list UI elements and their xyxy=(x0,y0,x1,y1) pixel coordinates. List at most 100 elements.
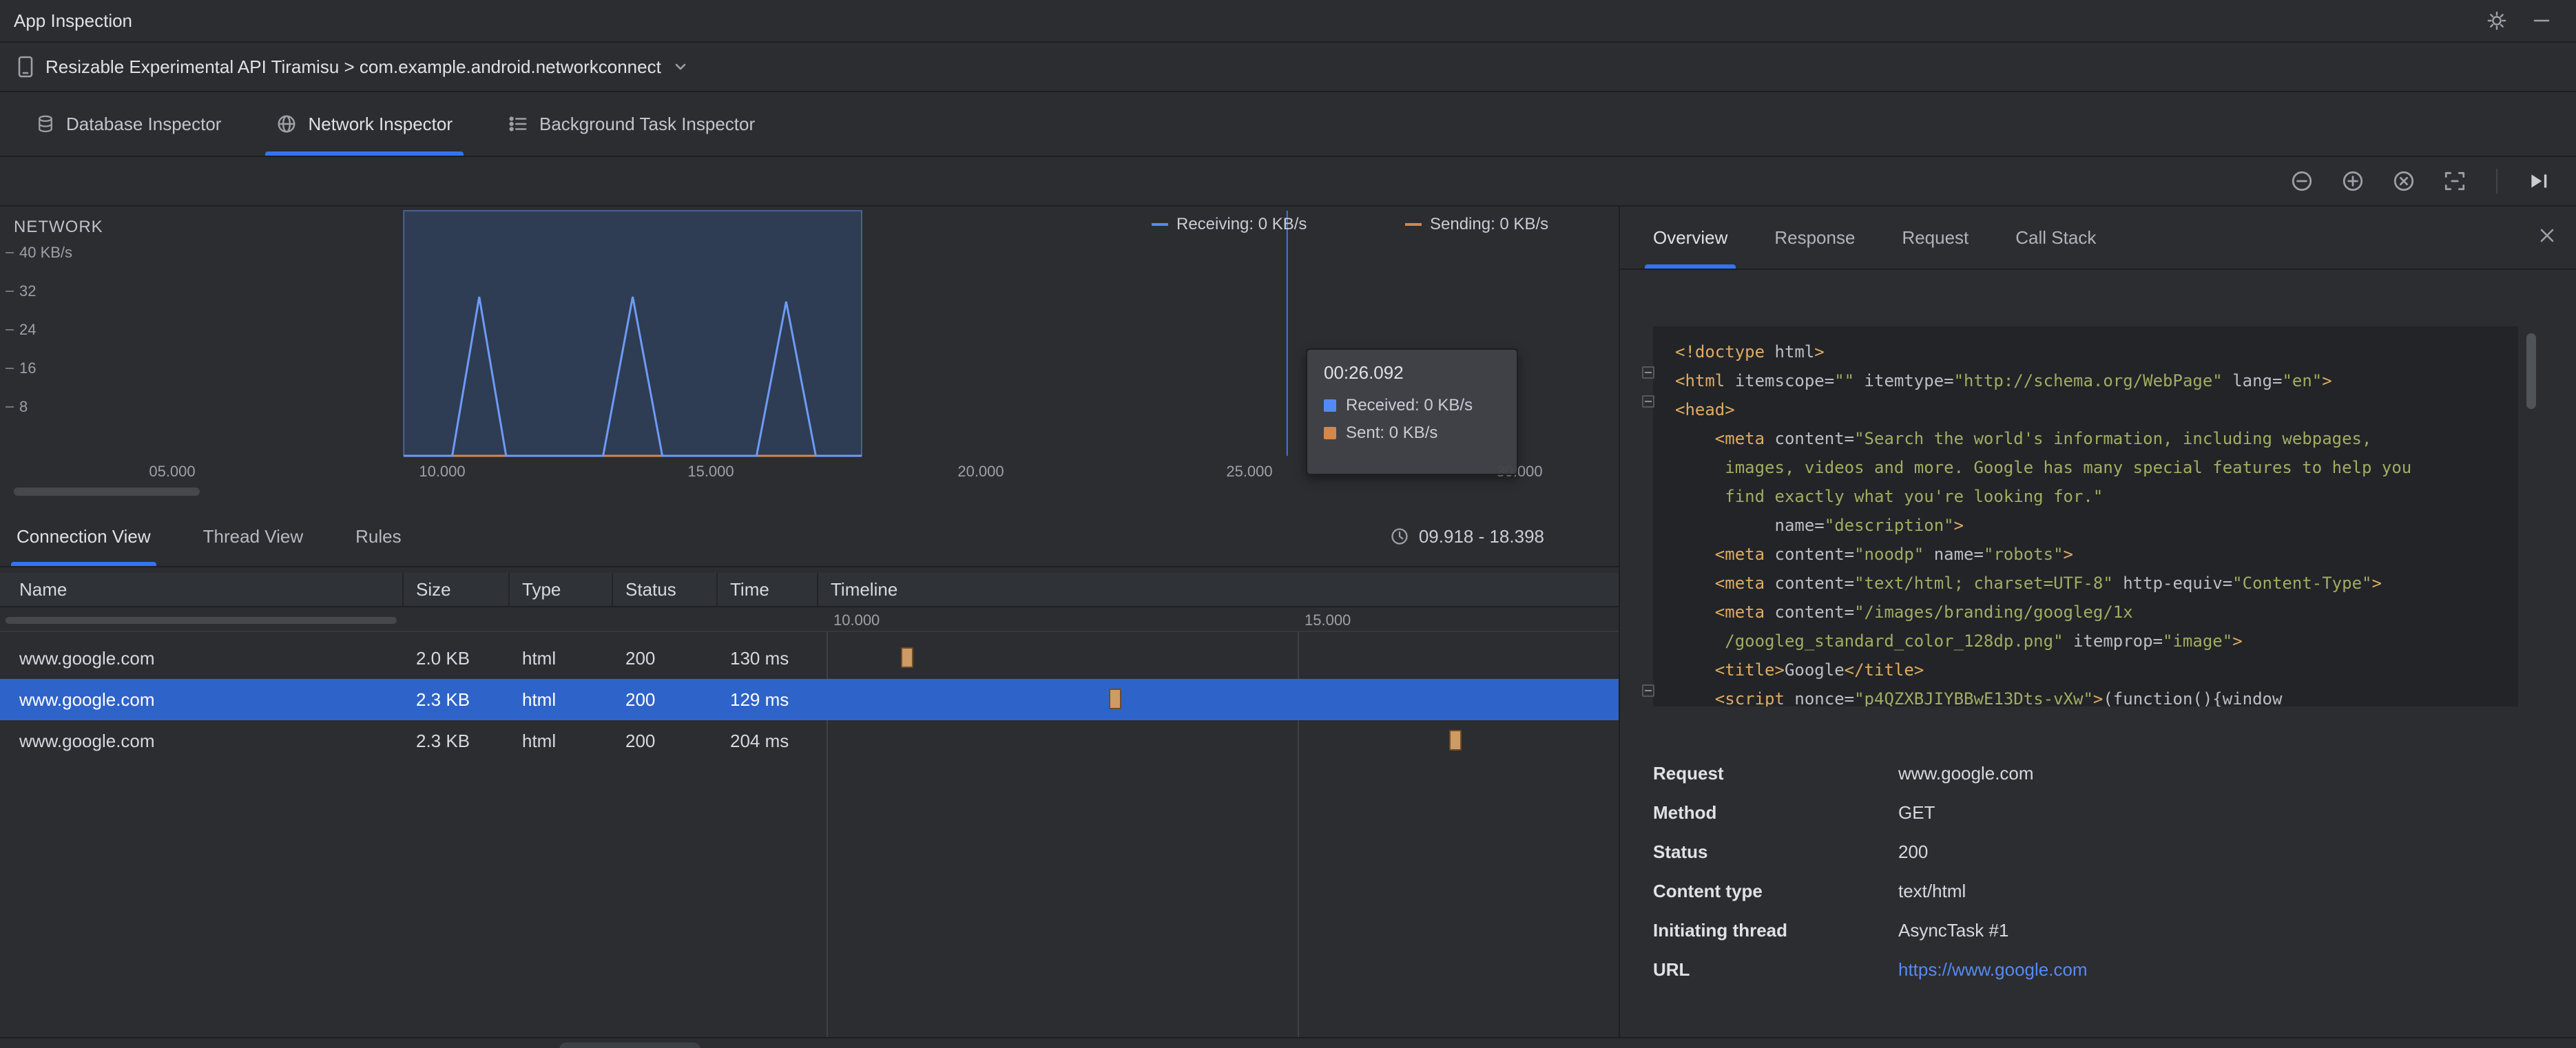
y-axis-tick: 16 xyxy=(6,359,36,377)
tab-database-inspector[interactable]: Database Inspector xyxy=(8,92,249,156)
table-row[interactable]: www.google.com 2.0 KB html 200 130 ms xyxy=(0,638,1619,679)
tab-label: Network Inspector xyxy=(308,113,453,134)
checklist-icon xyxy=(509,116,527,132)
code-line: <meta content="/images/branding/googleg/… xyxy=(1714,602,2133,622)
process-selector[interactable]: Resizable Experimental API Tiramisu > co… xyxy=(0,43,2576,92)
timeline-zoom-toolbar xyxy=(0,157,2576,207)
code-line: find exactly what you're looking for." xyxy=(1675,487,2104,506)
bottom-bar-item-gradle[interactable]: Gradle xyxy=(161,1042,248,1048)
zoom-to-selection-button[interactable] xyxy=(2440,166,2470,196)
bottom-bar-item-services[interactable]: Services xyxy=(980,1042,1079,1048)
cell-status: 200 xyxy=(625,730,656,751)
close-details-button[interactable] xyxy=(2537,226,2557,245)
connections-table-body: www.google.com 2.0 KB html 200 130 ms ww… xyxy=(0,638,1619,762)
jump-to-live-button[interactable] xyxy=(2524,166,2554,196)
settings-gear-icon[interactable] xyxy=(2486,10,2507,31)
reset-zoom-button[interactable] xyxy=(2389,166,2419,196)
field-request: Request www.google.com xyxy=(1653,763,2034,784)
tab-thread-view[interactable]: Thread View xyxy=(203,507,304,566)
device-phone-icon xyxy=(18,56,33,78)
database-icon xyxy=(39,115,52,132)
clock-icon xyxy=(1391,528,1408,545)
code-vertical-scrollbar[interactable] xyxy=(2526,333,2536,409)
table-horizontal-scrollbar[interactable] xyxy=(6,617,397,624)
connections-tab-strip: Connection View Thread View Rules 09.918… xyxy=(0,507,1619,567)
time-range-box: 09.918 - 18.398 xyxy=(1390,526,1602,547)
response-payload-viewer[interactable]: <!doctype html> <html itemscope="" itemty… xyxy=(1653,326,2518,706)
code-line: <meta content="noodp" name="robots"> xyxy=(1714,545,2073,564)
timeline-tick-label: 10.000 xyxy=(833,611,880,629)
code-line: <head> xyxy=(1675,400,1735,419)
app-inspection-window: App Inspection Resizable Experimental AP… xyxy=(0,0,2576,1048)
tooltip-time: 00:26.092 xyxy=(1324,362,1404,383)
bottom-bar-item-app-quality-insights[interactable]: App Quality Insights xyxy=(798,1042,975,1048)
zoom-out-button[interactable] xyxy=(2287,166,2317,196)
code-content: <!doctype html> <html itemscope="" itemty… xyxy=(1675,337,2504,706)
code-line: name="description"> xyxy=(1675,516,1964,535)
bottom-bar-item-todo[interactable]: TODO xyxy=(253,1042,338,1048)
y-axis-tick: 32 xyxy=(6,282,36,300)
cell-size: 2.3 KB xyxy=(416,689,470,710)
receiving-swatch xyxy=(1152,223,1168,226)
zoom-in-button[interactable] xyxy=(2338,166,2368,196)
cell-type: html xyxy=(522,689,557,710)
zoom-to-selection-icon xyxy=(2444,171,2465,191)
tab-network-inspector[interactable]: Network Inspector xyxy=(249,92,480,156)
code-line: /googleg_standard_color_128dp.png" itemp… xyxy=(1675,631,2243,651)
column-header-size[interactable]: Size xyxy=(404,573,510,606)
zoom-in-icon xyxy=(2343,171,2363,191)
process-selector-label: Resizable Experimental API Tiramisu > co… xyxy=(45,56,661,77)
code-fold-marker[interactable] xyxy=(1642,684,1654,697)
column-header-timeline[interactable]: Timeline xyxy=(818,573,1619,606)
tab-rules[interactable]: Rules xyxy=(355,507,401,566)
field-url: URL https://www.google.com xyxy=(1653,959,2088,981)
zoom-out-icon xyxy=(2292,171,2312,191)
column-header-name[interactable]: Name xyxy=(0,573,404,606)
bottom-bar-item-profiler[interactable]: Profiler xyxy=(1165,1042,1255,1048)
bottom-bar-item-problems[interactable]: Problems xyxy=(344,1042,450,1048)
bottom-bar-item-app-inspection[interactable]: App Inspection xyxy=(559,1042,701,1048)
close-icon xyxy=(2540,229,2554,242)
cell-time: 204 ms xyxy=(730,730,789,751)
tab-label: Background Task Inspector xyxy=(539,113,756,134)
cell-time: 129 ms xyxy=(730,689,789,710)
url-link[interactable]: https://www.google.com xyxy=(1898,959,2088,981)
minimize-icon[interactable] xyxy=(2532,11,2551,30)
table-row[interactable]: www.google.com 2.3 KB html 200 204 ms xyxy=(0,720,1619,762)
column-header-type[interactable]: Type xyxy=(510,573,613,606)
field-method: Method GET xyxy=(1653,802,1935,823)
bottom-bar-item-version-control[interactable]: Version Control xyxy=(11,1042,156,1048)
jump-to-live-icon xyxy=(2531,174,2547,188)
cell-status: 200 xyxy=(625,647,656,669)
cell-name: www.google.com xyxy=(19,689,155,710)
tab-connection-view[interactable]: Connection View xyxy=(10,507,157,566)
bottom-bar-item-logcat[interactable]: Logcat xyxy=(706,1042,793,1048)
code-fold-marker[interactable] xyxy=(1642,366,1654,379)
tab-background-task-inspector[interactable]: Background Task Inspector xyxy=(480,92,782,156)
y-axis-tick: 40 KB/s xyxy=(6,244,72,262)
tab-request[interactable]: Request xyxy=(1902,207,1969,269)
table-row-selected[interactable]: www.google.com 2.3 KB html 200 129 ms xyxy=(0,679,1619,720)
timeline-bar xyxy=(1449,730,1462,751)
column-header-status[interactable]: Status xyxy=(613,573,718,606)
time-range-label: 09.918 - 18.398 xyxy=(1418,525,1544,547)
x-axis-tick: 25.000 xyxy=(1226,463,1273,480)
x-axis-tick: 05.000 xyxy=(149,463,196,480)
tab-overview[interactable]: Overview xyxy=(1644,207,1736,269)
network-inspector-pane: NETWORK Receiving: 0 KB/s Sending: 0 KB/… xyxy=(0,207,1619,1037)
bottom-bar-item-terminal[interactable]: Terminal xyxy=(455,1042,554,1048)
cell-size: 2.0 KB xyxy=(416,647,470,669)
y-axis-tick: 24 xyxy=(6,321,36,339)
chart-horizontal-scrollbar[interactable] xyxy=(14,488,200,496)
tab-call-stack[interactable]: Call Stack xyxy=(2015,207,2096,269)
bottom-bar-item-build[interactable]: Build xyxy=(1085,1042,1160,1048)
reset-zoom-icon xyxy=(2393,171,2414,191)
code-line: <!doctype html> xyxy=(1675,342,1825,361)
tab-response[interactable]: Response xyxy=(1774,207,1855,269)
chart-tooltip: 00:26.092 Received: 0 KB/s Sent: 0 KB/s xyxy=(1306,348,1518,475)
cell-status: 200 xyxy=(625,689,656,710)
code-fold-marker[interactable] xyxy=(1642,395,1654,408)
code-line: <title>Google</title> xyxy=(1714,660,1924,680)
cell-name: www.google.com xyxy=(19,730,155,751)
column-header-time[interactable]: Time xyxy=(718,573,818,606)
